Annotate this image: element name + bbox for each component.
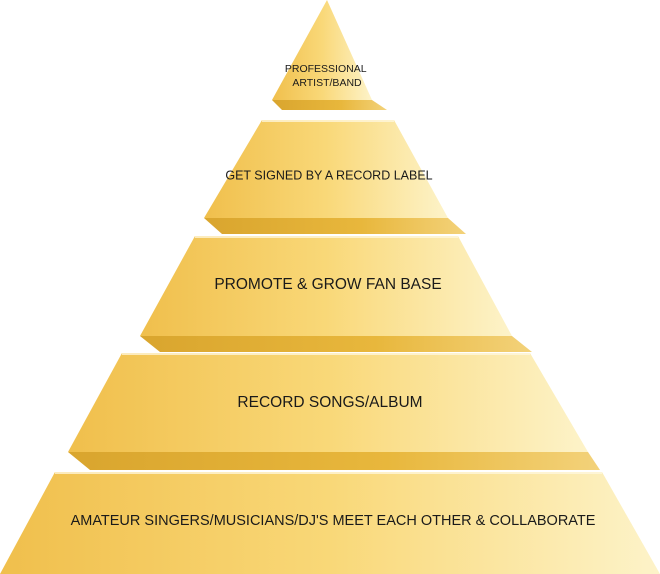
tier-get-signed: GET SIGNED BY A RECORD LABEL [204, 120, 466, 234]
tier-1-label-line2: ARTIST/BAND [292, 77, 362, 89]
tier-2-label: GET SIGNED BY A RECORD LABEL [225, 168, 432, 182]
tier-4-label: RECORD SONGS/ALBUM [237, 394, 422, 411]
tier-professional-artist: PROFESSIONAL ARTIST/BAND [272, 0, 387, 110]
tier-3-shelf [140, 336, 532, 352]
tier-4-shelf [68, 452, 600, 470]
tier-5-label: AMATEUR SINGERS/MUSICIANS/DJ'S MEET EACH… [71, 513, 596, 529]
pyramid-diagram: PROFESSIONAL ARTIST/BAND GET SIGNED BY A… [0, 0, 660, 574]
tier-amateur-collaborate: AMATEUR SINGERS/MUSICIANS/DJ'S MEET EACH… [0, 472, 660, 574]
tier-record-songs: RECORD SONGS/ALBUM [68, 353, 600, 470]
tier-1-shelf [272, 100, 387, 110]
tier-1-label-line1: PROFESSIONAL [285, 63, 367, 75]
tier-3-label: PROMOTE & GROW FAN BASE [214, 276, 441, 293]
tier-promote: PROMOTE & GROW FAN BASE [140, 236, 532, 352]
tier-2-shelf [204, 218, 466, 234]
